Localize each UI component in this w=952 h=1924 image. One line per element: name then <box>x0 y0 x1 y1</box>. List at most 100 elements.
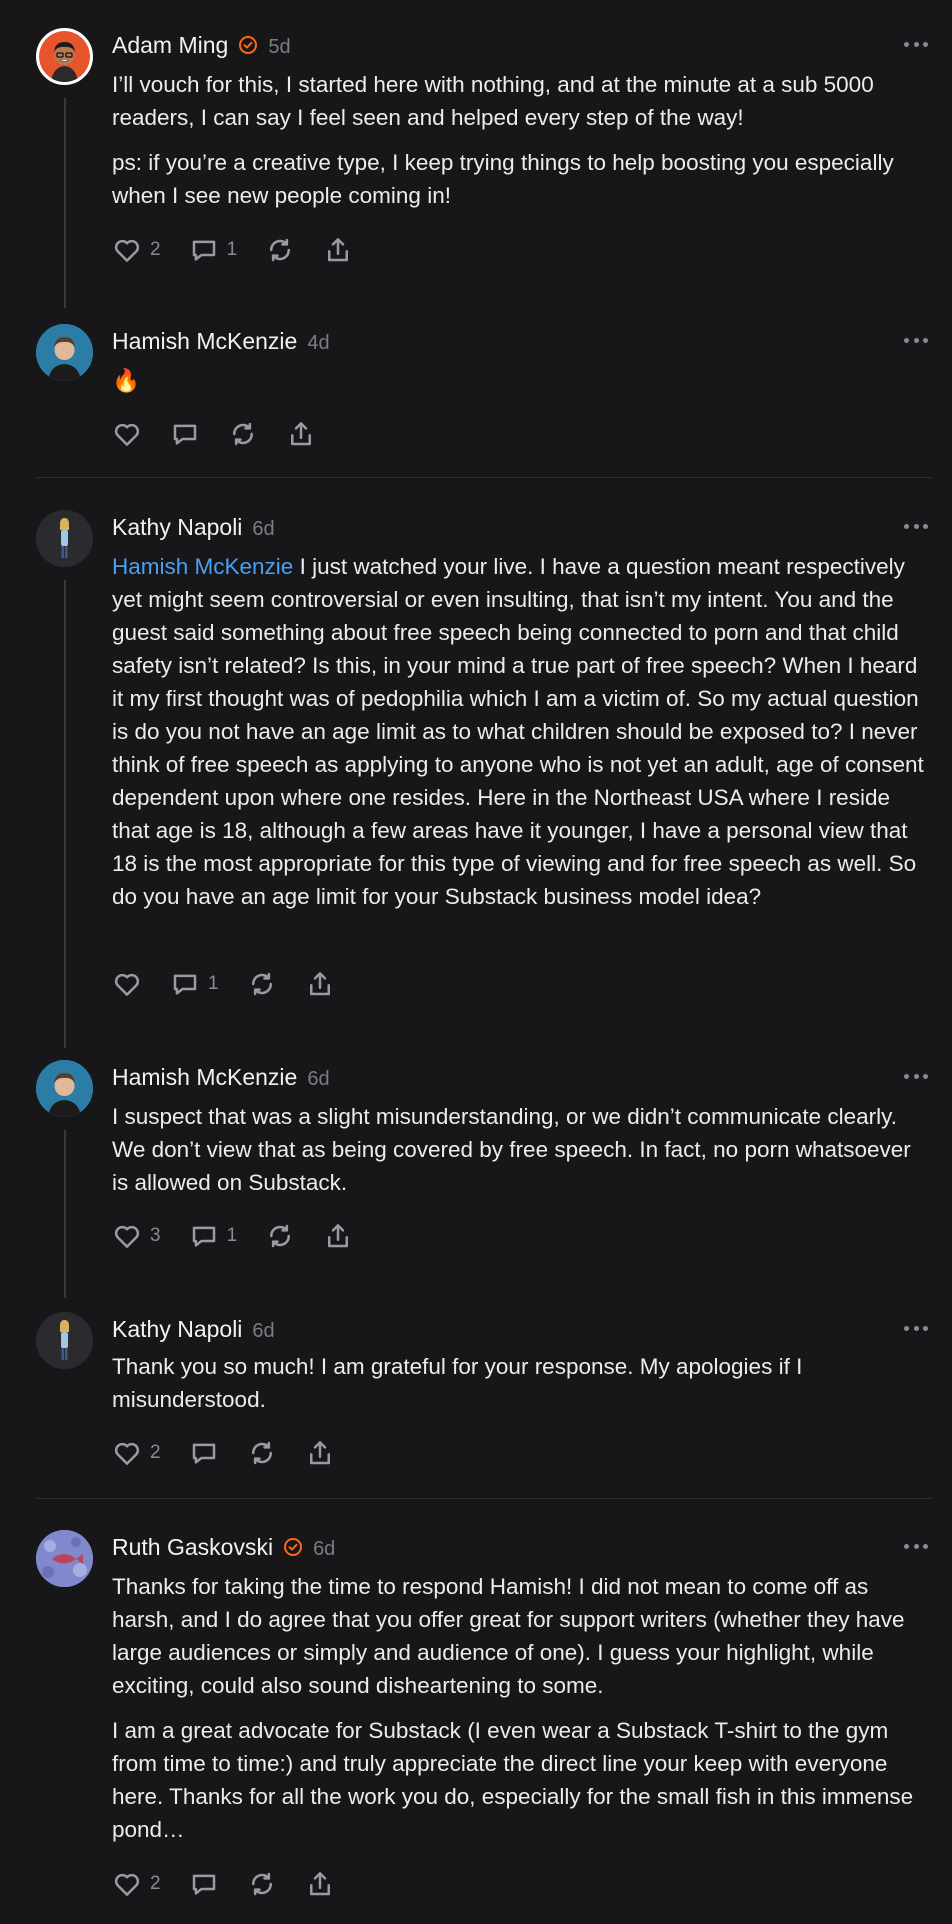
comment-body: Thank you so much! I am grateful for you… <box>112 1350 932 1416</box>
restack-button[interactable] <box>247 1869 277 1899</box>
comment-text: ps: if you’re a creative type, I keep tr… <box>112 150 894 208</box>
comment-text: Thanks for taking the time to respond Ha… <box>112 1574 905 1698</box>
comment-text: I am a great advocate for Substack (I ev… <box>112 1718 914 1842</box>
share-button[interactable] <box>286 419 316 449</box>
comment-body: I’ll vouch for this, I started here with… <box>112 68 932 212</box>
like-button[interactable]: 2 <box>112 1438 161 1468</box>
like-button[interactable]: 3 <box>112 1221 161 1251</box>
like-count: 2 <box>150 239 161 260</box>
more-icon[interactable] <box>904 336 928 344</box>
avatar[interactable] <box>36 28 93 85</box>
avatar[interactable] <box>36 324 93 381</box>
action-bar: 2 1 <box>112 234 381 266</box>
timestamp[interactable]: 6d <box>252 518 274 541</box>
heart-icon <box>114 239 140 262</box>
thread-line <box>64 1130 66 1298</box>
restack-button[interactable] <box>228 419 258 449</box>
comment-header: Hamish McKenzie 4d <box>112 328 330 355</box>
more-icon[interactable] <box>904 40 928 48</box>
comment-header: Hamish McKenzie 6d <box>112 1064 330 1091</box>
like-button[interactable] <box>112 419 142 449</box>
comment-text: I’ll vouch for this, I started here with… <box>112 72 874 130</box>
more-icon[interactable] <box>904 1072 928 1080</box>
share-button[interactable] <box>305 1438 335 1468</box>
timestamp[interactable]: 6d <box>313 1538 335 1561</box>
avatar[interactable] <box>36 1530 93 1587</box>
more-icon[interactable] <box>904 522 928 530</box>
share-button[interactable] <box>323 235 353 265</box>
comment-icon <box>173 424 197 445</box>
share-button[interactable] <box>305 969 335 999</box>
restack-icon <box>251 972 272 996</box>
author-name[interactable]: Adam Ming <box>112 32 228 59</box>
heart-icon <box>114 423 140 446</box>
comment-body: I suspect that was a slight misunderstan… <box>112 1100 932 1199</box>
action-bar: 3 1 <box>112 1220 381 1252</box>
comment-body: 🔥 <box>112 364 932 397</box>
comment-body: Thanks for taking the time to respond Ha… <box>112 1570 932 1846</box>
action-bar: 1 <box>112 968 363 1000</box>
share-icon <box>328 238 349 262</box>
restack-button[interactable] <box>247 969 277 999</box>
restack-button[interactable] <box>247 1438 277 1468</box>
restack-icon <box>270 238 291 262</box>
restack-icon <box>251 1872 272 1896</box>
avatar[interactable] <box>36 1060 93 1117</box>
timestamp[interactable]: 4d <box>307 332 329 355</box>
comment-header: Adam Ming 5d <box>112 32 291 59</box>
reply-button[interactable]: 1 <box>189 235 237 265</box>
timestamp[interactable]: 6d <box>307 1068 329 1091</box>
reply-button[interactable] <box>170 419 200 449</box>
author-name[interactable]: Kathy Napoli <box>112 514 242 541</box>
verified-badge-icon <box>238 35 258 55</box>
reply-count: 1 <box>226 1225 238 1246</box>
comment-text-content: I just watched your live. I have a quest… <box>112 554 924 909</box>
timestamp[interactable]: 6d <box>252 1320 274 1343</box>
comment-text: Thank you so much! I am grateful for you… <box>112 1354 803 1412</box>
share-icon <box>309 1872 330 1896</box>
restack-button[interactable] <box>265 235 295 265</box>
like-button[interactable] <box>112 969 142 999</box>
timestamp[interactable]: 5d <box>268 36 290 59</box>
reply-button[interactable]: 1 <box>189 1221 238 1251</box>
restack-icon <box>232 422 254 446</box>
comment-icon <box>173 974 197 995</box>
avatar[interactable] <box>36 1312 93 1369</box>
like-count: 2 <box>150 1442 161 1463</box>
like-button[interactable]: 2 <box>112 235 161 265</box>
thread-divider <box>36 477 932 478</box>
more-icon[interactable] <box>904 1324 928 1332</box>
mention-link[interactable]: Hamish McKenzie <box>112 554 293 579</box>
author-name[interactable]: Hamish McKenzie <box>112 328 297 355</box>
thread-divider <box>36 1498 932 1499</box>
comment-text: I suspect that was a slight misunderstan… <box>112 1104 911 1195</box>
comment-icon <box>192 240 215 261</box>
comment-text: 🔥 <box>112 368 141 393</box>
share-button[interactable] <box>305 1869 335 1899</box>
more-icon[interactable] <box>904 1542 928 1550</box>
thread-line <box>64 98 66 308</box>
like-count: 2 <box>150 1873 161 1894</box>
author-name[interactable]: Hamish McKenzie <box>112 1064 297 1091</box>
comment-icon <box>192 1874 215 1895</box>
reply-button[interactable] <box>189 1869 219 1899</box>
comment-header: Kathy Napoli 6d <box>112 514 275 541</box>
author-name[interactable]: Kathy Napoli <box>112 1316 242 1343</box>
heart-icon <box>114 1873 140 1896</box>
like-count: 3 <box>150 1225 161 1246</box>
reply-button[interactable]: 1 <box>170 969 219 999</box>
heart-icon <box>114 1225 140 1248</box>
restack-button[interactable] <box>265 1221 295 1251</box>
comment-header: Ruth Gaskovski 6d <box>112 1534 335 1561</box>
thread-line <box>64 580 66 1048</box>
share-icon <box>309 972 330 996</box>
avatar[interactable] <box>36 510 93 567</box>
heart-icon <box>114 1442 140 1465</box>
comment-icon <box>192 1226 215 1247</box>
like-button[interactable]: 2 <box>112 1869 161 1899</box>
reply-button[interactable] <box>189 1438 219 1468</box>
restack-icon <box>270 1224 291 1248</box>
share-button[interactable] <box>323 1221 353 1251</box>
author-name[interactable]: Ruth Gaskovski <box>112 1534 273 1561</box>
reply-count: 1 <box>208 973 219 994</box>
